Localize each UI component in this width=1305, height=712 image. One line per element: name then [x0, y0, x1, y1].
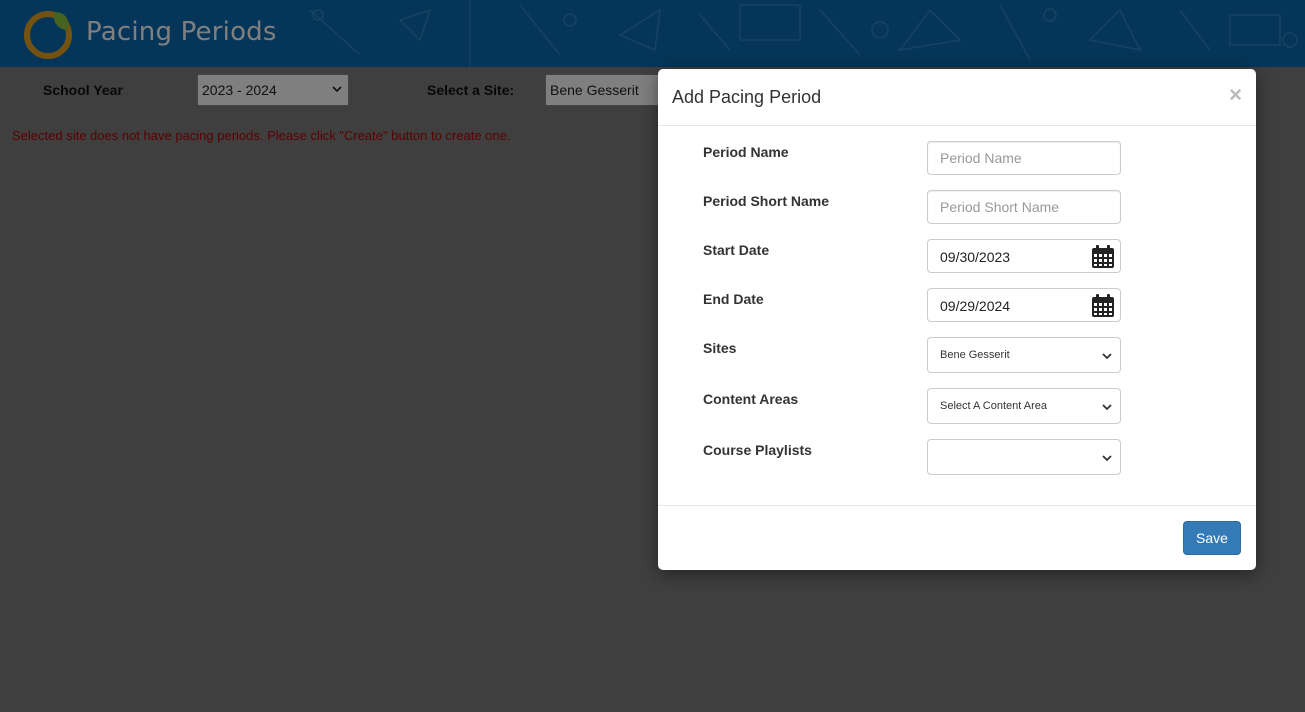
chevron-down-icon: [1102, 455, 1112, 462]
content-areas-label: Content Areas: [703, 391, 799, 407]
modal-footer: Save: [658, 505, 1256, 570]
start-date-input[interactable]: 09/30/2023: [927, 239, 1121, 273]
modal-title: Add Pacing Period: [672, 87, 822, 107]
course-playlists-select[interactable]: [927, 439, 1121, 475]
end-date-input[interactable]: 09/29/2024: [927, 288, 1121, 322]
start-date-value: 09/30/2023: [940, 249, 1011, 265]
period-short-name-input[interactable]: [927, 190, 1121, 224]
chevron-down-icon: [1102, 404, 1112, 411]
period-name-input[interactable]: [927, 141, 1121, 175]
period-name-label: Period Name: [703, 144, 789, 160]
sites-value: Bene Gesserit: [940, 349, 1010, 361]
modal-header: Add Pacing Period ×: [658, 69, 1256, 126]
end-date-label: End Date: [703, 291, 764, 307]
end-date-value: 09/29/2024: [940, 298, 1011, 314]
close-icon[interactable]: ×: [1229, 82, 1242, 108]
sites-select[interactable]: Bene Gesserit: [927, 337, 1121, 373]
sites-label: Sites: [703, 340, 737, 356]
chevron-down-icon: [1102, 353, 1112, 360]
course-playlists-label: Course Playlists: [703, 442, 812, 458]
add-pacing-period-modal: Add Pacing Period × Period Name Period S…: [658, 69, 1256, 570]
calendar-icon[interactable]: [1090, 293, 1116, 319]
start-date-label: Start Date: [703, 242, 770, 258]
calendar-icon[interactable]: [1090, 244, 1116, 270]
save-button[interactable]: Save: [1183, 521, 1241, 555]
content-areas-value: Select A Content Area: [940, 400, 1048, 412]
period-short-name-label: Period Short Name: [703, 193, 830, 209]
content-areas-select[interactable]: Select A Content Area: [927, 388, 1121, 424]
